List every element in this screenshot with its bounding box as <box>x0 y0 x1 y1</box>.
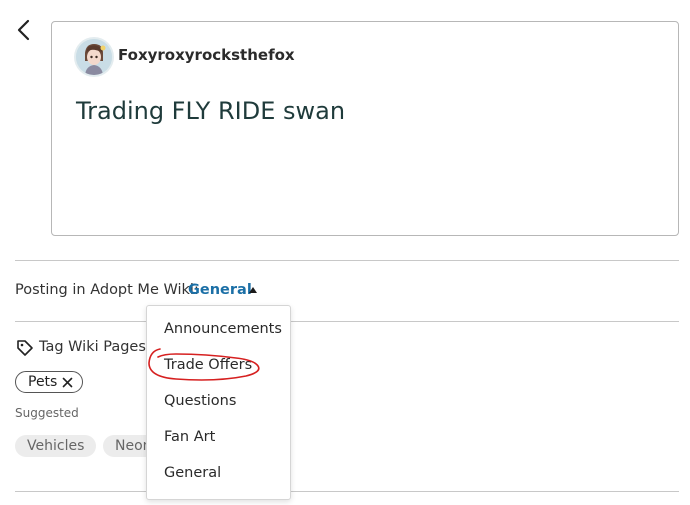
posting-label: Posting in Adopt Me Wiki: <box>15 282 199 298</box>
tag-pill-label: Pets <box>28 374 58 390</box>
avatar <box>76 39 112 75</box>
dropdown-item-general[interactable]: General <box>164 465 221 481</box>
dropdown-item-announcements[interactable]: Announcements <box>164 321 282 337</box>
divider <box>15 491 679 492</box>
divider <box>15 260 679 261</box>
category-select[interactable]: General <box>188 282 252 298</box>
post-card: Foxyroxyrocksthefox Trading FLY RIDE swa… <box>51 21 679 236</box>
dropdown-item-trade-offers[interactable]: Trade Offers <box>164 357 252 373</box>
dropdown-item-questions[interactable]: Questions <box>164 393 236 409</box>
tag-icon <box>17 340 33 356</box>
caret-up-icon[interactable] <box>249 287 257 293</box>
suggested-tag-label: Vehicles <box>27 438 85 454</box>
category-dropdown-menu: Announcements Trade Offers Questions Fan… <box>146 305 291 500</box>
suggested-label: Suggested <box>15 406 79 420</box>
post-author[interactable]: Foxyroxyrocksthefox <box>118 46 295 64</box>
divider <box>15 321 679 322</box>
tag-pill-pets[interactable]: Pets <box>15 371 84 393</box>
back-button[interactable] <box>14 18 36 42</box>
tag-wiki-pages-label: Tag Wiki Pages <box>39 339 146 355</box>
chevron-left-icon <box>17 19 30 41</box>
post-title[interactable]: Trading FLY RIDE swan <box>76 97 345 125</box>
close-icon[interactable] <box>62 377 73 388</box>
suggested-tag-vehicles[interactable]: Vehicles <box>15 435 97 457</box>
dropdown-item-fan-art[interactable]: Fan Art <box>164 429 215 445</box>
